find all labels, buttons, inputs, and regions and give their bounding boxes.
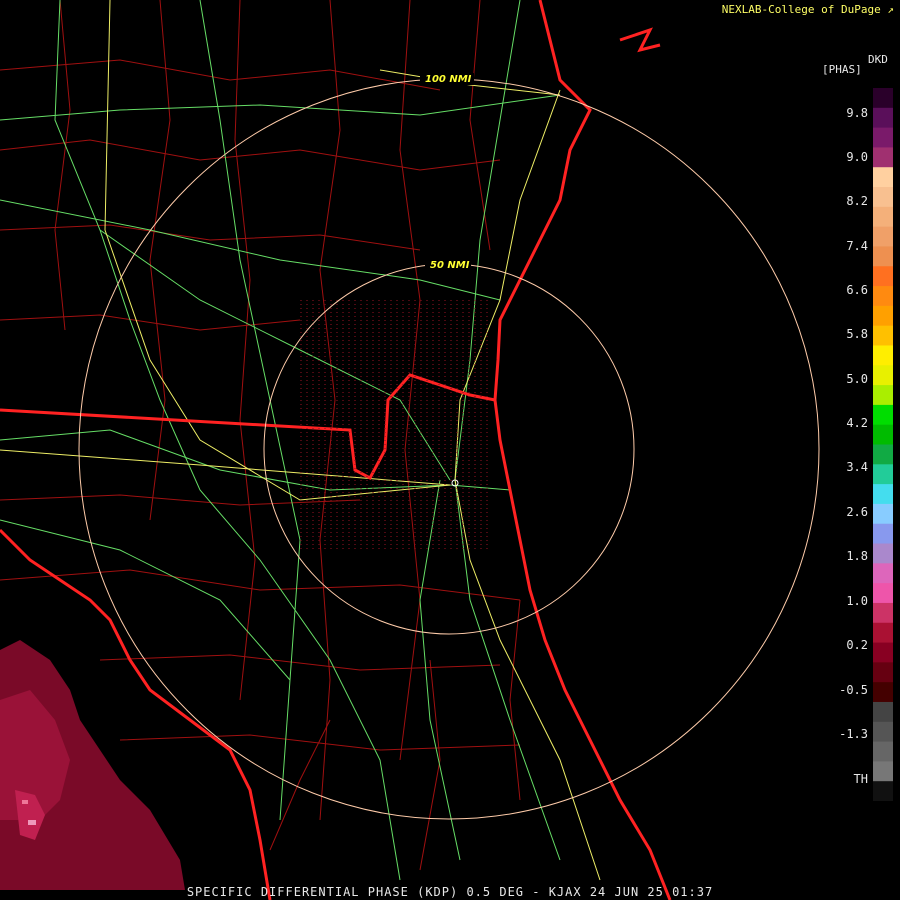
credit-text: NEXLAB-College of DuPage ↗ — [721, 3, 894, 16]
color-swatch — [873, 464, 893, 485]
legend-tick-label: TH — [853, 772, 868, 786]
color-swatch — [873, 365, 893, 386]
color-swatch — [873, 266, 893, 287]
color-swatch — [873, 206, 893, 228]
color-swatch — [873, 503, 893, 525]
color-swatch — [873, 345, 893, 366]
legend-tick-label: 6.6 — [846, 283, 868, 297]
color-swatch — [873, 167, 893, 188]
color-swatch — [873, 701, 893, 723]
color-swatch — [873, 682, 893, 703]
color-swatch — [873, 721, 893, 743]
radar-map[interactable]: 50 NMI 100 NMI — [0, 0, 900, 900]
color-swatch — [873, 563, 893, 584]
legend-tick-label: 5.0 — [846, 372, 868, 386]
color-swatch — [873, 484, 893, 505]
legend-tick-label: -1.3 — [839, 727, 868, 741]
legend-tick-label: 5.8 — [846, 327, 868, 341]
color-swatch — [873, 286, 893, 307]
legend-tick-label: 8.2 — [846, 194, 868, 208]
range-ring-100-label: 100 NMI — [425, 74, 472, 85]
color-swatch — [873, 127, 893, 148]
ground-clutter — [300, 300, 490, 550]
color-swatch — [873, 385, 893, 406]
legend-tick-label: 4.2 — [846, 416, 868, 430]
color-swatch — [873, 226, 893, 247]
color-swatch — [873, 622, 893, 644]
range-ring-50-label: 50 NMI — [430, 260, 470, 271]
legend-tick-label: 1.8 — [846, 549, 868, 563]
legend-tick-label: 2.6 — [846, 505, 868, 519]
color-swatch — [873, 305, 893, 327]
color-swatch — [873, 444, 893, 465]
legend-tick-label: 9.8 — [846, 106, 868, 120]
color-swatch — [873, 741, 893, 762]
color-swatch — [873, 761, 893, 782]
legend-product: DKD — [868, 53, 888, 66]
legend-tick-label: 9.0 — [846, 150, 868, 164]
color-swatch — [873, 543, 893, 564]
color-swatch — [873, 523, 893, 545]
color-scale-bar — [873, 88, 893, 801]
color-swatch — [873, 246, 893, 267]
color-swatch — [873, 325, 893, 346]
color-swatch — [873, 107, 893, 129]
legend-tick-label: 7.4 — [846, 239, 868, 253]
color-swatch — [873, 602, 893, 624]
color-swatch — [873, 187, 893, 208]
legend-tick-label: 0.2 — [846, 638, 868, 652]
color-swatch — [873, 424, 893, 445]
color-swatch — [873, 404, 893, 426]
color-swatch — [873, 583, 893, 604]
color-swatch — [873, 662, 893, 683]
legend-tick-label: 1.0 — [846, 594, 868, 608]
external-link-icon[interactable]: ↗ — [887, 3, 894, 16]
legend-unit: [PHAS] — [822, 63, 862, 76]
legend-tick-label: 3.4 — [846, 460, 868, 474]
color-swatch — [873, 88, 893, 109]
product-footer: SPECIFIC DIFFERENTIAL PHASE (KDP) 0.5 DE… — [186, 885, 714, 899]
color-swatch — [873, 642, 893, 663]
color-swatch — [873, 147, 893, 168]
color-swatch — [873, 781, 893, 801]
legend-tick-label: -0.5 — [839, 683, 868, 697]
